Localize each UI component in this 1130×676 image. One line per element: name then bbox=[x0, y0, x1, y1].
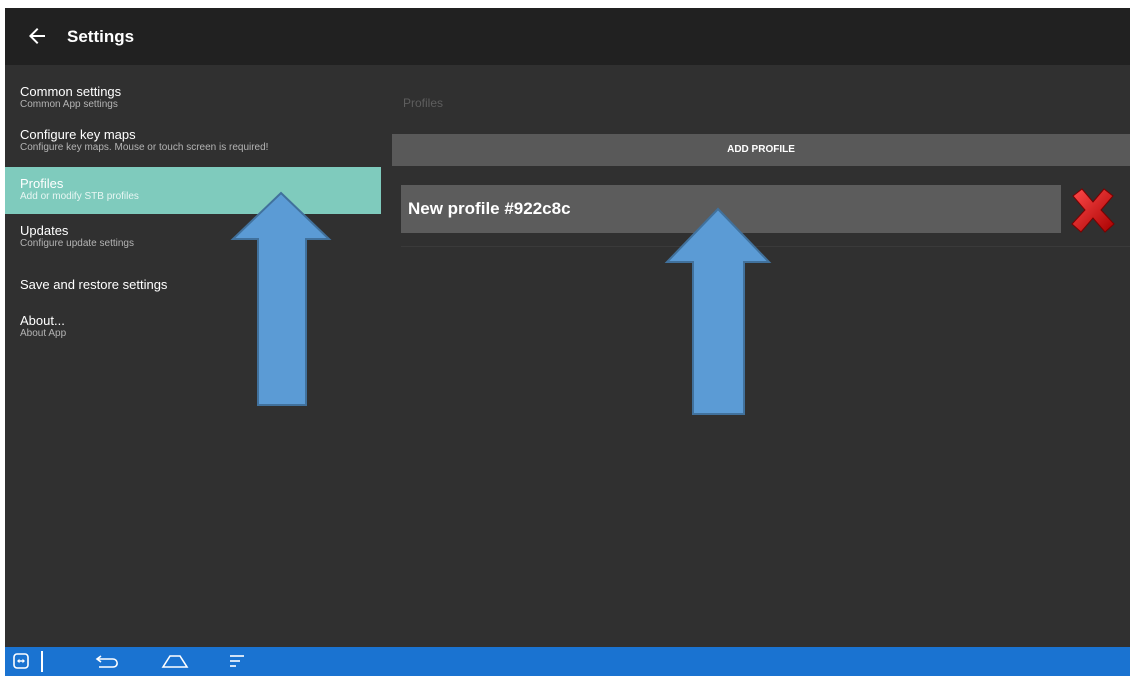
sidebar-item-common-settings[interactable]: Common settings Common App settings bbox=[5, 84, 381, 116]
arrow-left-icon[interactable] bbox=[25, 24, 49, 48]
app-window: Settings Common settings Common App sett… bbox=[5, 8, 1130, 676]
sidebar-item-configure-key-maps[interactable]: Configure key maps Configure key maps. M… bbox=[5, 127, 381, 161]
sidebar-item-subtitle: Common App settings bbox=[20, 99, 118, 110]
back-icon[interactable] bbox=[95, 654, 121, 670]
annotation-arrow-left bbox=[230, 191, 332, 406]
sidebar-item-title: Profiles bbox=[20, 176, 64, 191]
red-x-delete-icon[interactable] bbox=[1068, 186, 1118, 236]
home-icon[interactable] bbox=[160, 653, 190, 671]
app-bar: Settings bbox=[5, 8, 1130, 65]
sidebar-item-title: Common settings bbox=[20, 84, 122, 99]
nav-divider bbox=[41, 651, 43, 672]
annotation-arrow-right bbox=[664, 207, 772, 415]
teamviewer-icon[interactable] bbox=[13, 653, 29, 669]
menu-icon[interactable] bbox=[228, 653, 246, 669]
sidebar-item-subtitle: Configure key maps. Mouse or touch scree… bbox=[20, 142, 269, 153]
add-profile-button[interactable]: ADD PROFILE bbox=[392, 134, 1130, 166]
section-label: Profiles bbox=[403, 96, 444, 110]
sidebar-item-title: Configure key maps bbox=[20, 127, 136, 142]
page-title: Settings bbox=[67, 27, 135, 46]
system-navigation-bar bbox=[5, 647, 1130, 676]
